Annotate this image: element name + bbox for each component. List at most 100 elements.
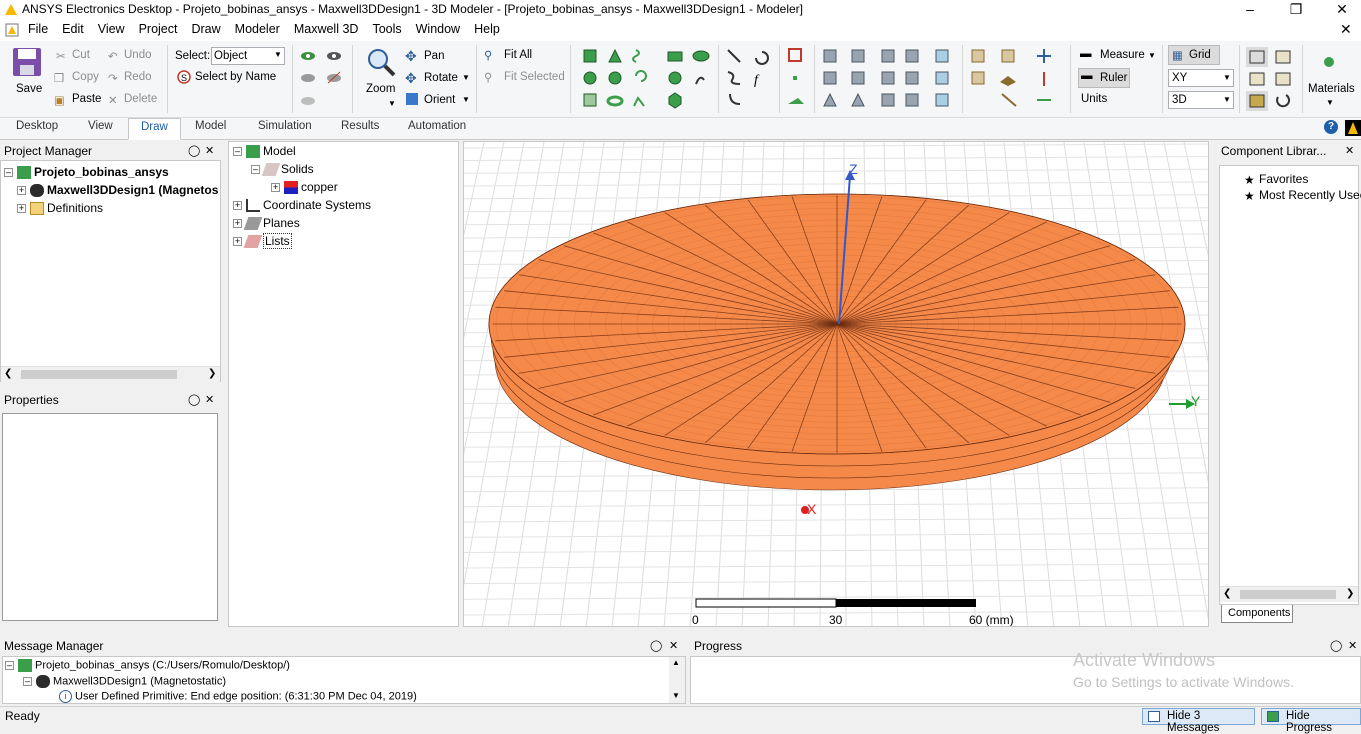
grid-button[interactable]: ▦ Grid <box>1168 45 1220 65</box>
undo-button[interactable]: Undo <box>124 49 152 61</box>
select-mode-dropdown[interactable]: Object ▼ <box>211 47 285 65</box>
collapse-icon[interactable]: – <box>5 661 14 670</box>
snap-grid-icon[interactable] <box>1246 47 1268 67</box>
snap-edge-icon[interactable] <box>1249 72 1265 86</box>
tab-view[interactable]: View <box>88 120 113 132</box>
fit-selected-button[interactable]: Fit Selected <box>504 71 565 83</box>
polygon-icon[interactable] <box>668 92 682 109</box>
snap-vertex-icon[interactable] <box>1275 50 1291 64</box>
measure-button[interactable]: Measure <box>1100 49 1145 61</box>
imprint-icon[interactable] <box>851 71 865 85</box>
3d-viewport[interactable]: Z Y X 0 30 60 (mm) <box>463 141 1209 627</box>
restore-icon[interactable]: ❐ <box>1273 0 1319 19</box>
rotate-button[interactable]: Rotate <box>424 72 458 84</box>
copy-button[interactable]: Copy <box>72 71 99 83</box>
menu-maxwell3d[interactable]: Maxwell 3D <box>287 19 366 36</box>
tab-model[interactable]: Model <box>195 120 226 132</box>
ruler-button[interactable]: ▬ Ruler <box>1078 68 1130 88</box>
close-icon[interactable]: ✕ <box>205 144 214 157</box>
dimension-dropdown[interactable]: 3D ▼ <box>1168 91 1234 109</box>
pin-icon[interactable]: ◯ <box>1330 639 1342 652</box>
collapse-icon[interactable]: – <box>4 168 13 178</box>
fit-all-button[interactable]: Fit All <box>504 49 532 61</box>
tree-definitions[interactable]: + Definitions <box>17 201 103 216</box>
bondwire-icon[interactable] <box>633 96 645 107</box>
scroll-right-icon[interactable]: ❯ <box>208 368 216 379</box>
tab-automation[interactable]: Automation <box>408 120 466 132</box>
tree-planes[interactable]: + Planes <box>233 216 300 231</box>
scrollbar-thumb[interactable] <box>1240 590 1336 599</box>
wrap-icon[interactable] <box>881 93 895 107</box>
hide-all-icon[interactable] <box>326 69 342 85</box>
menu-tools[interactable]: Tools <box>365 19 408 36</box>
menu-project[interactable]: Project <box>132 19 185 36</box>
scroll-right-icon[interactable]: ❯ <box>1346 588 1354 599</box>
horizontal-scrollbar[interactable]: ❮ ❯ <box>1220 586 1358 602</box>
message-info[interactable]: i User Defined Primitive: End edge positi… <box>59 690 417 703</box>
coil-disk[interactable] <box>488 193 1186 491</box>
menu-draw[interactable]: Draw <box>184 19 227 36</box>
scroll-left-icon[interactable]: ❮ <box>1223 588 1231 599</box>
thicken-icon[interactable] <box>881 71 895 85</box>
help-icon[interactable]: ? <box>1324 120 1338 134</box>
split-icon[interactable] <box>851 49 865 63</box>
cylinder-icon[interactable] <box>583 71 597 85</box>
expand-icon[interactable]: + <box>233 201 242 211</box>
collapse-icon[interactable]: – <box>233 147 242 157</box>
menu-modeler[interactable]: Modeler <box>228 19 287 36</box>
plane-icon[interactable] <box>788 98 804 104</box>
cut-button[interactable]: Cut <box>72 49 90 61</box>
tree-design[interactable]: + Maxwell3DDesign1 (Magnetos <box>17 183 218 198</box>
subtract-icon[interactable] <box>823 71 837 85</box>
menu-help[interactable]: Help <box>467 19 507 36</box>
center-arc-icon[interactable] <box>729 93 741 105</box>
tree-solids[interactable]: – Solids <box>251 162 314 177</box>
tab-draw[interactable]: Draw <box>128 118 181 140</box>
visibility-icon[interactable] <box>300 92 316 108</box>
scroll-left-icon[interactable]: ❮ <box>4 368 12 379</box>
close-icon[interactable]: ✕ <box>1348 639 1357 652</box>
tree-lists[interactable]: + Lists <box>233 233 292 249</box>
zoom-icon[interactable] <box>366 47 396 77</box>
tab-components[interactable]: Components <box>1221 605 1293 623</box>
snap-quadrant-icon[interactable] <box>1276 94 1291 108</box>
close-icon[interactable]: ✕ <box>669 639 678 652</box>
delete-button[interactable]: Delete <box>124 93 157 105</box>
expand-icon[interactable]: + <box>233 219 242 229</box>
expand-icon[interactable]: + <box>233 237 242 247</box>
units-button[interactable]: Units <box>1081 93 1107 105</box>
tree-coordinate-systems[interactable]: + Coordinate Systems <box>233 198 371 213</box>
move-icon[interactable] <box>1037 49 1051 63</box>
fillet-icon[interactable] <box>935 93 949 107</box>
collapse-icon[interactable]: – <box>23 677 32 686</box>
torus-icon[interactable] <box>606 95 624 107</box>
spline-icon[interactable] <box>727 71 741 85</box>
close-document-icon[interactable]: ✕ <box>1340 21 1352 38</box>
equation-surface-icon[interactable] <box>695 76 705 85</box>
collapse-icon[interactable]: – <box>251 165 260 175</box>
tab-desktop[interactable]: Desktop <box>16 120 58 132</box>
sweep-icon[interactable] <box>881 49 895 63</box>
close-icon[interactable]: ✕ <box>1319 0 1361 19</box>
expand-icon[interactable]: + <box>271 183 280 193</box>
separate-icon[interactable] <box>851 92 865 107</box>
horizontal-scrollbar[interactable]: ❮ ❯ <box>1 366 220 382</box>
message-design[interactable]: – Maxwell3DDesign1 (Magnetostatic) <box>23 675 226 688</box>
chamfer-icon[interactable] <box>971 49 985 63</box>
tab-simulation[interactable]: Simulation <box>258 120 312 132</box>
duplicate-icon[interactable] <box>1000 76 1016 86</box>
close-icon[interactable]: ✕ <box>1345 144 1354 157</box>
equation-curve-icon[interactable]: f <box>754 73 760 88</box>
save-button[interactable]: Save <box>16 83 42 95</box>
show-all-icon[interactable] <box>300 69 316 85</box>
point-icon[interactable] <box>793 76 797 80</box>
show-icon[interactable] <box>300 47 316 63</box>
save-icon[interactable] <box>12 47 42 77</box>
orient-button[interactable]: Orient <box>424 94 455 106</box>
redo-button[interactable]: Redo <box>124 71 152 83</box>
message-project[interactable]: – Projeto_bobinas_ansys (C:/Users/Romulo/… <box>5 659 290 672</box>
menu-file[interactable]: File <box>21 19 55 36</box>
recent-item[interactable]: ★ Most Recently Usec <box>1244 188 1361 203</box>
helix-icon[interactable] <box>632 49 640 63</box>
box-icon[interactable] <box>583 49 597 63</box>
